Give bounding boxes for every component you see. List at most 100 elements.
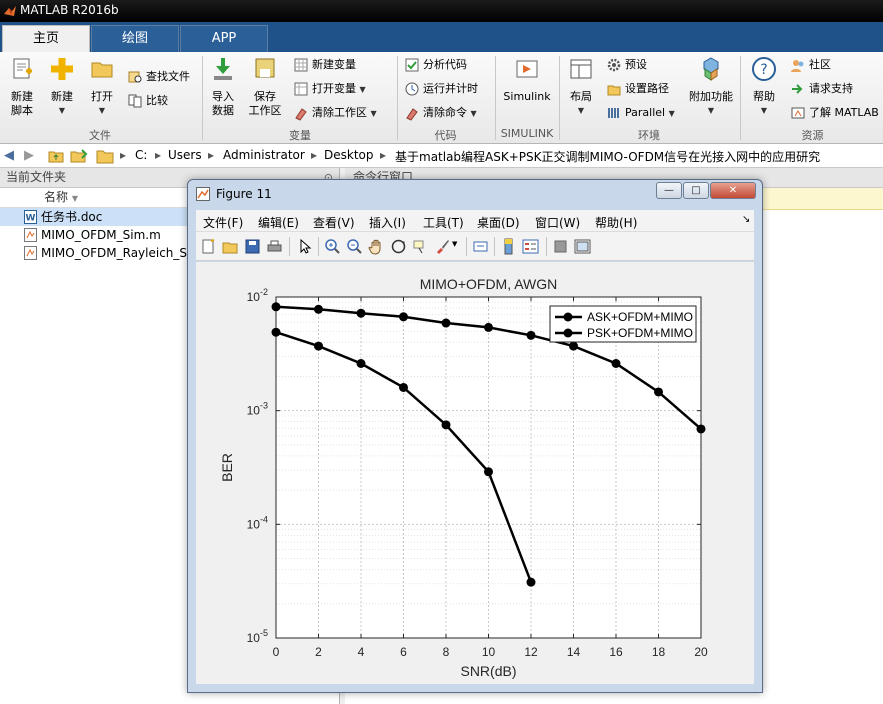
clear-commands-button[interactable]: 清除命令 ▼ — [404, 104, 477, 124]
breadcrumb-item[interactable]: C: — [135, 148, 147, 162]
figure-canvas[interactable]: 0 2 4 6 8 10 12 14 16 18 20 10-2 10-3 10-4 10-5 MIMO+OF… — [196, 262, 754, 684]
menu-desktop[interactable]: 桌面(D) — [477, 214, 520, 231]
support-arrow-icon — [792, 84, 803, 94]
add-ons-label: 附加功能 — [689, 90, 733, 103]
simulink-button[interactable]: Simulink — [502, 56, 552, 104]
menu-view[interactable]: 查看(V) — [313, 214, 355, 231]
tab-home[interactable]: 主页 — [2, 25, 90, 52]
tab-apps[interactable]: APP — [180, 25, 268, 52]
new-plus-icon — [51, 58, 73, 80]
file-name: MIMO_OFDM_Sim.m — [41, 228, 161, 242]
dock-arrow-icon[interactable]: ↘ — [742, 214, 750, 225]
new-button[interactable]: 新建 ▼ — [44, 56, 80, 118]
maximize-button[interactable]: □ — [683, 182, 709, 199]
hide-plot-tools-icon[interactable] — [552, 238, 569, 255]
clear-workspace-button[interactable]: 清除工作区 ▼ — [293, 104, 377, 124]
request-support-button[interactable]: 请求支持 — [790, 80, 853, 100]
parallel-button[interactable]: Parallel ▼ — [606, 104, 675, 124]
open-button[interactable]: 打开 ▼ — [84, 56, 120, 118]
menu-insert[interactable]: 插入(I) — [369, 214, 406, 231]
toolbar-separator — [466, 237, 467, 256]
compare-icon — [128, 94, 142, 108]
analyze-code-button[interactable]: 分析代码 — [404, 56, 467, 76]
x-tick-label: 16 — [609, 645, 623, 659]
forward-arrow-icon[interactable]: ▶ — [24, 148, 34, 163]
add-ons-button[interactable]: 附加功能 ▼ — [686, 56, 736, 118]
data-point — [441, 420, 451, 430]
pan-hand-icon[interactable] — [368, 238, 385, 255]
import-label-2: 数据 — [212, 104, 234, 117]
brush-icon[interactable] — [434, 238, 451, 255]
breadcrumb-item[interactable]: Users — [168, 148, 202, 162]
open-variable-button[interactable]: 打开变量 ▼ — [293, 80, 366, 100]
run-and-time-icon — [405, 82, 419, 96]
community-button[interactable]: 社区 — [790, 56, 831, 76]
pointer-icon[interactable] — [296, 238, 313, 255]
menu-help[interactable]: 帮助(H) — [595, 214, 637, 231]
up-folder-icon[interactable] — [48, 148, 64, 164]
run-and-time-button[interactable]: 运行并计时 — [404, 80, 478, 100]
print-icon[interactable] — [266, 238, 283, 255]
set-path-label: 设置路径 — [625, 82, 669, 95]
data-point — [654, 387, 663, 397]
compare-button[interactable]: 比较 — [127, 92, 168, 112]
open-file-icon[interactable] — [222, 238, 239, 255]
back-arrow-icon[interactable]: ◀ — [4, 148, 14, 163]
breadcrumb-item[interactable]: Administrator — [223, 148, 305, 162]
preferences-button[interactable]: 预设 — [606, 56, 647, 76]
menu-window[interactable]: 窗口(W) — [535, 214, 580, 231]
link-plot-icon[interactable] — [472, 238, 489, 255]
legend-marker — [563, 328, 573, 338]
set-path-button[interactable]: 设置路径 — [606, 80, 669, 100]
new-script-button[interactable]: 新建 脚本 — [4, 56, 40, 118]
chevron-down-icon[interactable]: ▼ — [452, 240, 457, 248]
open-label: 打开 — [91, 90, 113, 103]
minimize-button[interactable]: — — [656, 182, 682, 199]
simulink-label: Simulink — [503, 90, 551, 103]
browse-folder-icon[interactable] — [70, 148, 88, 164]
show-plot-tools-icon[interactable] — [574, 238, 591, 255]
menu-file[interactable]: 文件(F) — [203, 214, 243, 231]
close-button[interactable]: ✕ — [710, 182, 756, 199]
breadcrumb-separator: ▸ — [311, 148, 318, 162]
title-bar: MATLAB R2016b — [0, 0, 883, 22]
zoom-out-icon[interactable] — [346, 238, 363, 255]
insert-legend-icon[interactable] — [522, 238, 539, 255]
new-label: 新建 — [51, 90, 73, 103]
breadcrumb-separator: ▸ — [208, 148, 215, 162]
tab-plots[interactable]: 绘图 — [91, 25, 179, 52]
menu-tools[interactable]: 工具(T) — [423, 214, 464, 231]
insert-colorbar-icon[interactable] — [500, 238, 517, 255]
new-variable-label: 新建变量 — [312, 58, 356, 71]
layout-button[interactable]: 布局 ▼ — [565, 56, 597, 118]
new-variable-button[interactable]: 新建变量 — [293, 56, 356, 76]
data-point — [314, 304, 323, 314]
x-tick-label: 2 — [315, 645, 322, 659]
menu-edit[interactable]: 编辑(E) — [258, 214, 299, 231]
svg-text:?: ? — [760, 62, 767, 78]
data-cursor-icon[interactable] — [412, 238, 429, 255]
group-label-simulink: SIMULINK — [500, 127, 554, 140]
figure-title: Figure 11 — [216, 187, 272, 201]
chevron-down-icon: ▼ — [98, 106, 106, 115]
figure-title-bar[interactable]: Figure 11 — □ ✕ — [188, 180, 762, 208]
chevron-down-icon: ▼ — [760, 106, 768, 115]
help-button[interactable]: ? 帮助 ▼ — [746, 56, 782, 118]
find-files-button[interactable]: 查找文件 — [127, 68, 190, 88]
column-header-name[interactable]: 名称 — [44, 190, 68, 204]
import-label-1: 导入 — [212, 90, 234, 103]
rotate-3d-icon[interactable] — [390, 238, 407, 255]
chevron-down-icon: ▼ — [470, 109, 477, 118]
zoom-in-icon[interactable] — [324, 238, 341, 255]
breadcrumb-item[interactable]: 基于matlab编程ASK+PSK正交调制MIMO-OFDM信号在光接入网中的应… — [395, 148, 820, 165]
toolbar-separator — [494, 237, 495, 256]
chevron-down-icon: ▼ — [370, 109, 377, 118]
layout-icon — [570, 59, 592, 79]
save-workspace-button[interactable]: 保存 工作区 — [244, 56, 286, 118]
import-data-button[interactable]: 导入 数据 — [206, 56, 240, 118]
save-icon[interactable] — [244, 238, 261, 255]
breadcrumb-item[interactable]: Desktop — [324, 148, 374, 162]
clear-workspace-label: 清除工作区 — [312, 106, 367, 119]
learn-matlab-button[interactable]: 了解 MATLAB — [790, 104, 879, 124]
new-figure-icon[interactable] — [200, 238, 217, 255]
